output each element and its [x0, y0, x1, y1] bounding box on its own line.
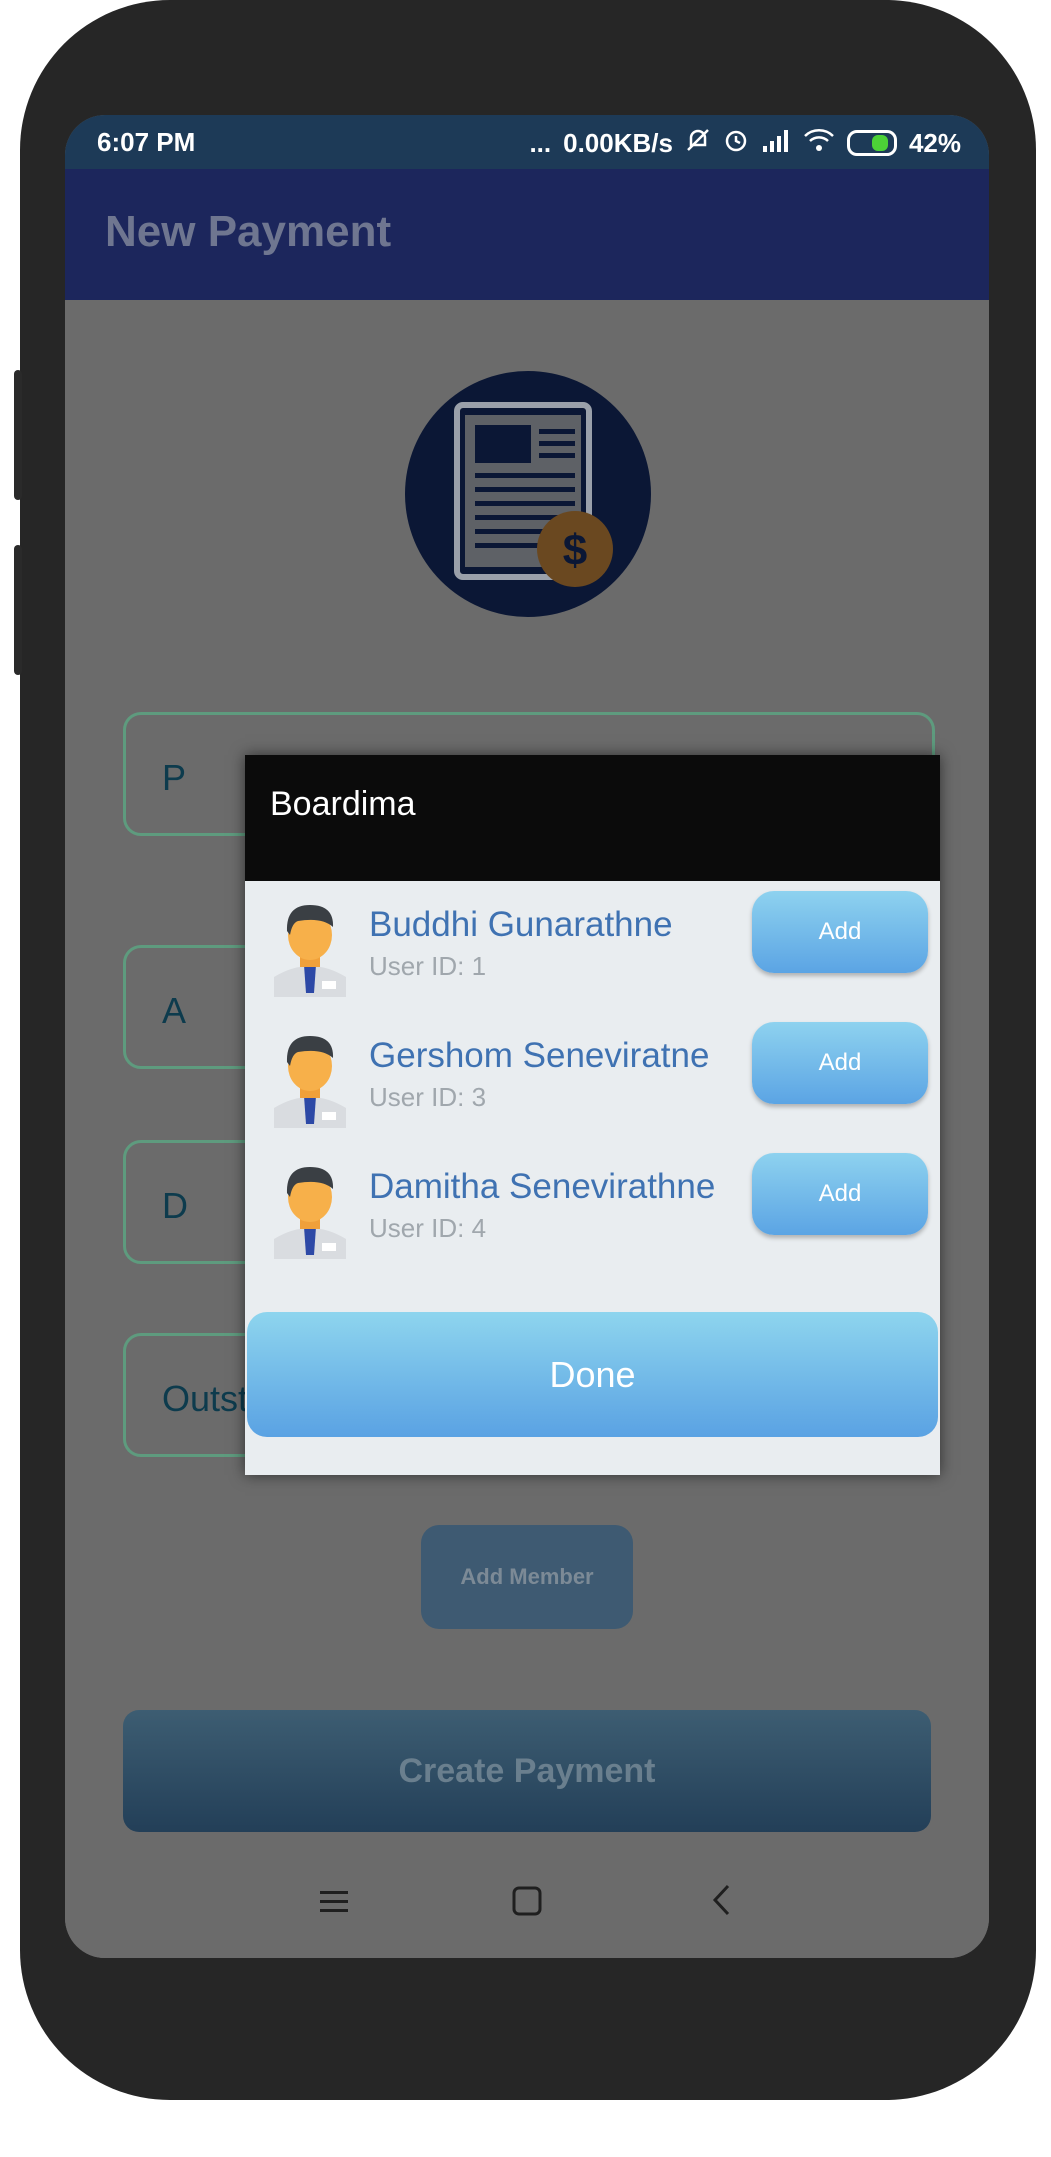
list-item: Damitha Senevirathne User ID: 4 Add	[245, 1149, 940, 1267]
create-payment-button[interactable]: Create Payment	[123, 1710, 931, 1832]
user-avatar-icon	[274, 905, 346, 997]
volume-up-button	[14, 370, 22, 500]
network-speed: 0.00KB/s	[563, 127, 673, 158]
add-member-row-button[interactable]: Add	[752, 891, 928, 973]
list-item: Buddhi Gunarathne User ID: 1 Add	[245, 887, 940, 1005]
member-picker-dialog: Boardima Buddhi Gunarathne User ID: 1 Ad…	[245, 755, 940, 1475]
field-label: A	[162, 990, 187, 1031]
page-title: New Payment	[105, 207, 392, 256]
svg-text:$: $	[563, 526, 587, 575]
status-bar: 6:07 PM ... 0.00KB/s 42%	[65, 115, 989, 169]
home-square-icon[interactable]	[511, 1882, 543, 1927]
user-avatar-icon	[274, 1167, 346, 1259]
payment-document-icon: $	[405, 371, 651, 617]
phone-screen: 6:07 PM ... 0.00KB/s 42% New Payment $ P…	[65, 115, 989, 1958]
member-user-id: User ID: 3	[369, 1082, 487, 1112]
member-user-id: User ID: 1	[369, 951, 487, 981]
user-avatar-icon	[274, 1036, 346, 1128]
list-item: Gershom Seneviratne User ID: 3 Add	[245, 1018, 940, 1136]
member-name: Gershom Seneviratne	[369, 1036, 710, 1075]
signal-icon	[761, 128, 791, 158]
wifi-icon	[803, 128, 835, 158]
menu-icon[interactable]	[318, 1882, 350, 1927]
field-label: D	[162, 1185, 188, 1226]
app-bar: New Payment	[65, 169, 989, 300]
status-dots: ...	[529, 127, 552, 158]
mute-icon	[685, 127, 711, 159]
add-member-row-button[interactable]: Add	[752, 1022, 928, 1104]
dialog-header: Boardima	[245, 755, 940, 881]
back-chevron-icon[interactable]	[710, 1882, 734, 1927]
member-name: Damitha Senevirathne	[369, 1167, 716, 1206]
volume-down-button	[14, 545, 22, 675]
member-user-id: User ID: 4	[369, 1213, 487, 1243]
battery-percent: 42%	[908, 127, 961, 158]
member-name: Buddhi Gunarathne	[369, 905, 673, 944]
dialog-title: Boardima	[270, 785, 416, 823]
add-member-row-button[interactable]: Add	[752, 1153, 928, 1235]
alarm-icon	[723, 127, 749, 159]
status-time: 6:07 PM	[97, 127, 196, 157]
battery-charging-icon	[846, 130, 897, 156]
status-icons: ... 0.00KB/s 42%	[529, 127, 961, 159]
system-nav-bar	[65, 1858, 989, 1958]
add-member-button[interactable]: Add Member	[421, 1525, 633, 1629]
field-label: P	[162, 757, 187, 798]
done-button[interactable]: Done	[247, 1312, 938, 1437]
